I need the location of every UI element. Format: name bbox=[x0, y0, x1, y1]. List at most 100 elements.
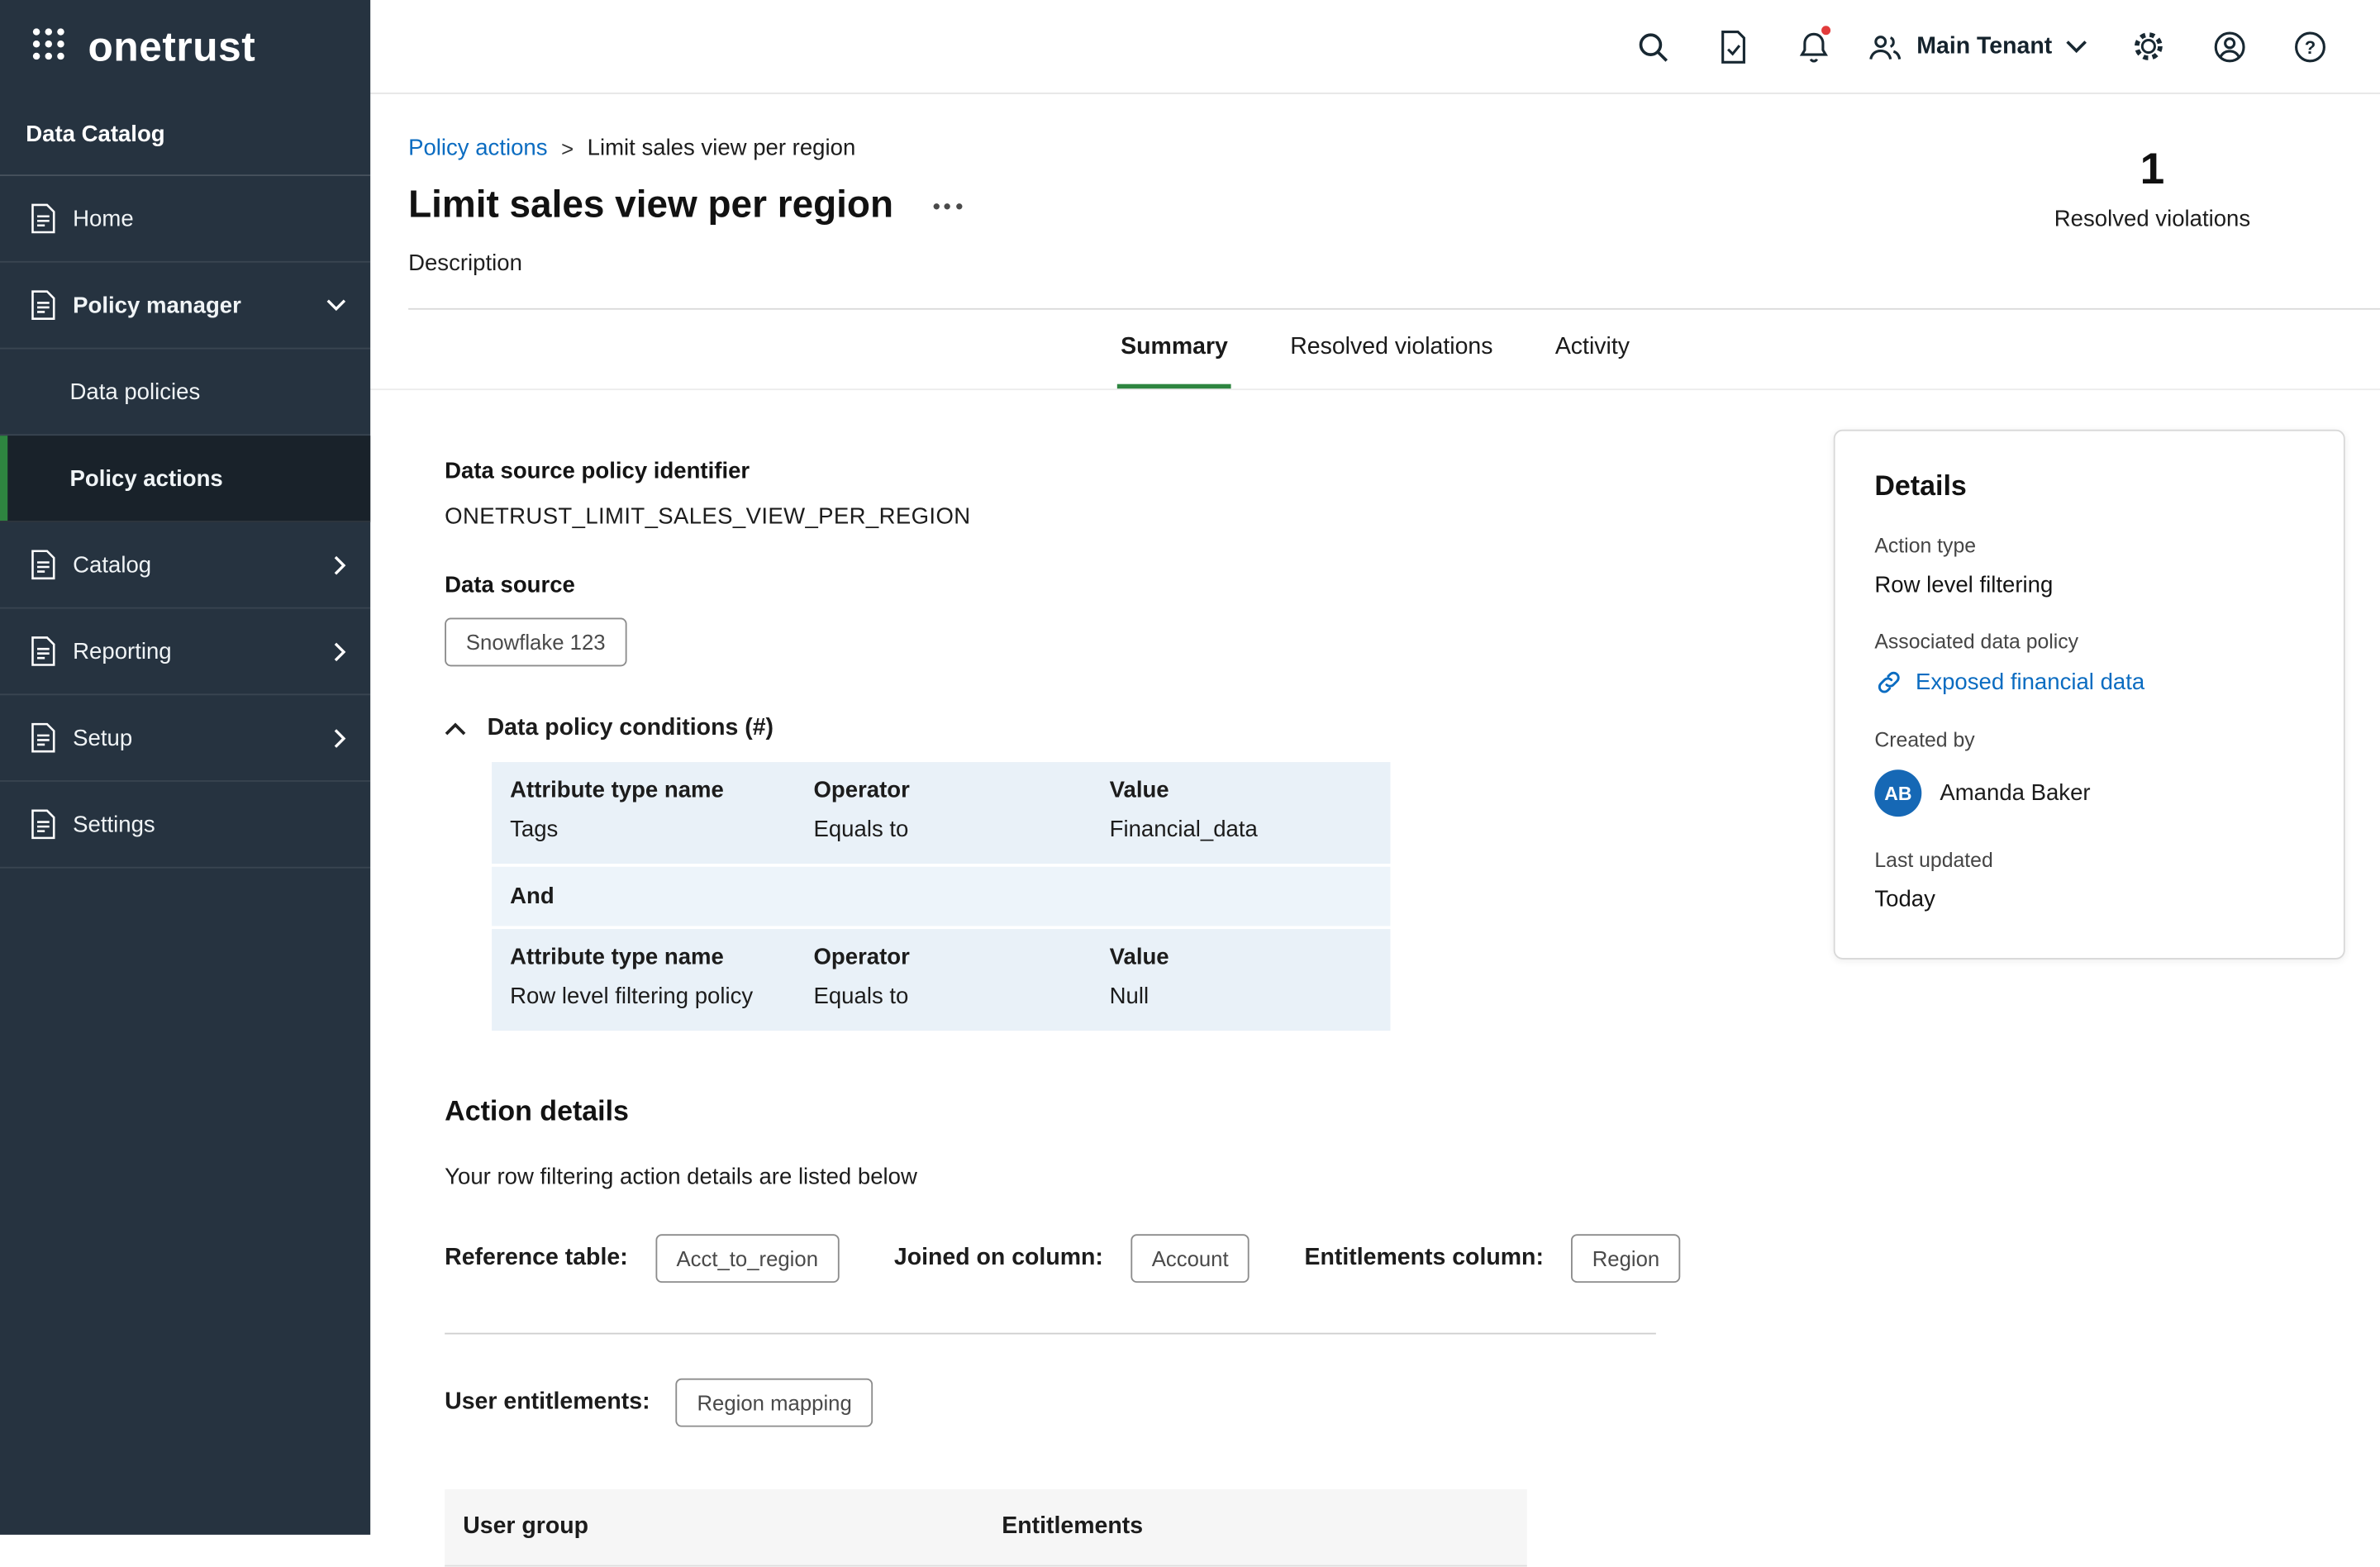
sidebar-item-label: Settings bbox=[73, 812, 155, 837]
reference-table-chip: Acct_to_region bbox=[655, 1234, 840, 1283]
data-source-chip: Snowflake 123 bbox=[445, 618, 626, 667]
sidebar-nav: Home Policy manager Data policies Policy… bbox=[0, 176, 370, 869]
column-user-group: User group bbox=[463, 1513, 1002, 1541]
document-icon bbox=[31, 809, 56, 840]
condition-value: Null bbox=[1110, 984, 1373, 1009]
help-button[interactable]: ? bbox=[2269, 0, 2349, 93]
entitlements-column-chip: Region bbox=[1571, 1234, 1681, 1283]
tab-resolved-violations[interactable]: Resolved violations bbox=[1288, 310, 1497, 389]
topbar: Main Tenant ? bbox=[370, 0, 2380, 94]
tenant-menu[interactable]: Main Tenant bbox=[1854, 0, 2108, 93]
sidebar-item-label: Setup bbox=[73, 725, 132, 750]
user-entitlements-label: User entitlements: bbox=[445, 1389, 650, 1417]
app-grid-icon[interactable] bbox=[31, 26, 67, 68]
header-divider bbox=[408, 308, 2380, 310]
conditions-title: Data policy conditions (#) bbox=[488, 715, 774, 742]
sidebar-item-home[interactable]: Home bbox=[0, 176, 370, 263]
chevron-down-icon bbox=[326, 299, 346, 312]
identifier-label: Data source policy identifier bbox=[445, 459, 1773, 484]
last-updated-value: Today bbox=[1874, 887, 2304, 912]
sidebar-item-label: Policy actions bbox=[69, 465, 222, 491]
sidebar-item-label: Catalog bbox=[73, 552, 151, 578]
condition-cell: Attribute type name Tags bbox=[510, 777, 813, 842]
document-icon bbox=[31, 290, 56, 321]
users-icon bbox=[1867, 31, 1903, 62]
sidebar-item-policy-actions[interactable]: Policy actions bbox=[0, 436, 370, 522]
created-by-label: Created by bbox=[1874, 729, 2304, 752]
details-title: Details bbox=[1874, 469, 2304, 502]
action-type-value: Row level filtering bbox=[1874, 572, 2304, 598]
associated-policy-link[interactable]: Exposed financial data bbox=[1874, 668, 2304, 697]
page-description: Description bbox=[408, 250, 2380, 276]
user-group-table-header: User group Entitlements bbox=[445, 1489, 1527, 1567]
sidebar-item-reporting[interactable]: Reporting bbox=[0, 609, 370, 696]
search-icon bbox=[1636, 30, 1669, 63]
conditions-table: Attribute type name Tags Operator Equals… bbox=[492, 762, 1390, 1031]
action-config-row: Reference table: Acct_to_region Joined o… bbox=[445, 1234, 1773, 1283]
tab-bar: Summary Resolved violations Activity bbox=[370, 310, 2380, 390]
sidebar-item-setup[interactable]: Setup bbox=[0, 695, 370, 782]
tab-summary[interactable]: Summary bbox=[1117, 310, 1230, 389]
page-options-menu[interactable] bbox=[930, 191, 964, 221]
identifier-value: ONETRUST_LIMIT_SALES_VIEW_PER_REGION bbox=[445, 504, 1773, 530]
conditions-toggle[interactable]: Data policy conditions (#) bbox=[445, 715, 1773, 742]
chevron-right-icon bbox=[334, 641, 346, 661]
condition-col-header: Operator bbox=[813, 944, 1109, 969]
document-icon bbox=[31, 203, 56, 234]
avatar: AB bbox=[1874, 769, 1921, 817]
created-by-name: Amanda Baker bbox=[1940, 780, 2090, 806]
notifications-button[interactable] bbox=[1774, 0, 1854, 93]
chevron-down-icon bbox=[2066, 40, 2087, 54]
data-source-label: Data source bbox=[445, 572, 1773, 598]
tab-activity[interactable]: Activity bbox=[1552, 310, 1633, 389]
condition-attribute: Row level filtering policy bbox=[510, 984, 813, 1009]
action-details-title: Action details bbox=[445, 1094, 1773, 1127]
document-check-icon bbox=[1719, 30, 1749, 63]
sidebar-item-label: Policy manager bbox=[73, 293, 241, 318]
page-header: Policy actions > Limit sales view per re… bbox=[370, 94, 2380, 310]
breadcrumb-separator: > bbox=[561, 136, 574, 160]
condition-col-header: Attribute type name bbox=[510, 777, 813, 803]
condition-row: Attribute type name Row level filtering … bbox=[492, 929, 1390, 1031]
condition-operator: Equals to bbox=[813, 984, 1109, 1009]
brand-bar: onetrust bbox=[0, 0, 370, 94]
sidebar-item-settings[interactable]: Settings bbox=[0, 782, 370, 869]
gear-icon bbox=[2131, 29, 2166, 64]
user-entitlements-chip: Region mapping bbox=[676, 1379, 873, 1427]
condition-connector: And bbox=[492, 867, 1390, 926]
user-group-table: User group Entitlements bbox=[445, 1489, 1527, 1567]
sidebar-item-label: Reporting bbox=[73, 638, 171, 664]
condition-value: Financial_data bbox=[1110, 817, 1373, 842]
condition-cell: Operator Equals to bbox=[813, 944, 1109, 1009]
condition-row: Attribute type name Tags Operator Equals… bbox=[492, 762, 1390, 864]
document-icon bbox=[31, 636, 56, 667]
document-icon bbox=[31, 722, 56, 753]
sidebar: onetrust Data Catalog Home Policy manage… bbox=[0, 0, 370, 1535]
sidebar-item-policy-manager[interactable]: Policy manager bbox=[0, 263, 370, 350]
action-details-subtitle: Your row filtering action details are li… bbox=[445, 1165, 1773, 1190]
user-entitlements-row: User entitlements: Region mapping bbox=[445, 1379, 1773, 1427]
resolved-violations-stat: 1 Resolved violations bbox=[2001, 145, 2304, 232]
document-icon bbox=[31, 550, 56, 580]
reference-table-label: Reference table: bbox=[445, 1245, 628, 1272]
search-button[interactable] bbox=[1613, 0, 1693, 93]
details-panel: Details Action type Row level filtering … bbox=[1834, 430, 2345, 960]
chevron-up-icon bbox=[445, 722, 466, 736]
last-updated-label: Last updated bbox=[1874, 849, 2304, 872]
breadcrumb-link-policy-actions[interactable]: Policy actions bbox=[408, 135, 547, 160]
created-by-row: AB Amanda Baker bbox=[1874, 769, 2304, 817]
chevron-right-icon bbox=[334, 728, 346, 748]
sidebar-item-data-policies[interactable]: Data policies bbox=[0, 349, 370, 436]
account-button[interactable] bbox=[2189, 0, 2269, 93]
settings-button[interactable] bbox=[2108, 0, 2188, 93]
sidebar-item-catalog[interactable]: Catalog bbox=[0, 522, 370, 609]
resolved-violations-count: 1 bbox=[2001, 145, 2304, 196]
link-icon bbox=[1874, 668, 1903, 697]
condition-col-header: Attribute type name bbox=[510, 944, 813, 969]
condition-cell: Value Financial_data bbox=[1110, 777, 1373, 842]
associated-policy-label: Associated data policy bbox=[1874, 630, 2304, 653]
chevron-right-icon bbox=[334, 555, 346, 574]
scan-report-button[interactable] bbox=[1693, 0, 1773, 93]
tenant-label: Main Tenant bbox=[1916, 32, 2052, 60]
sidebar-item-label: Data policies bbox=[69, 379, 200, 404]
